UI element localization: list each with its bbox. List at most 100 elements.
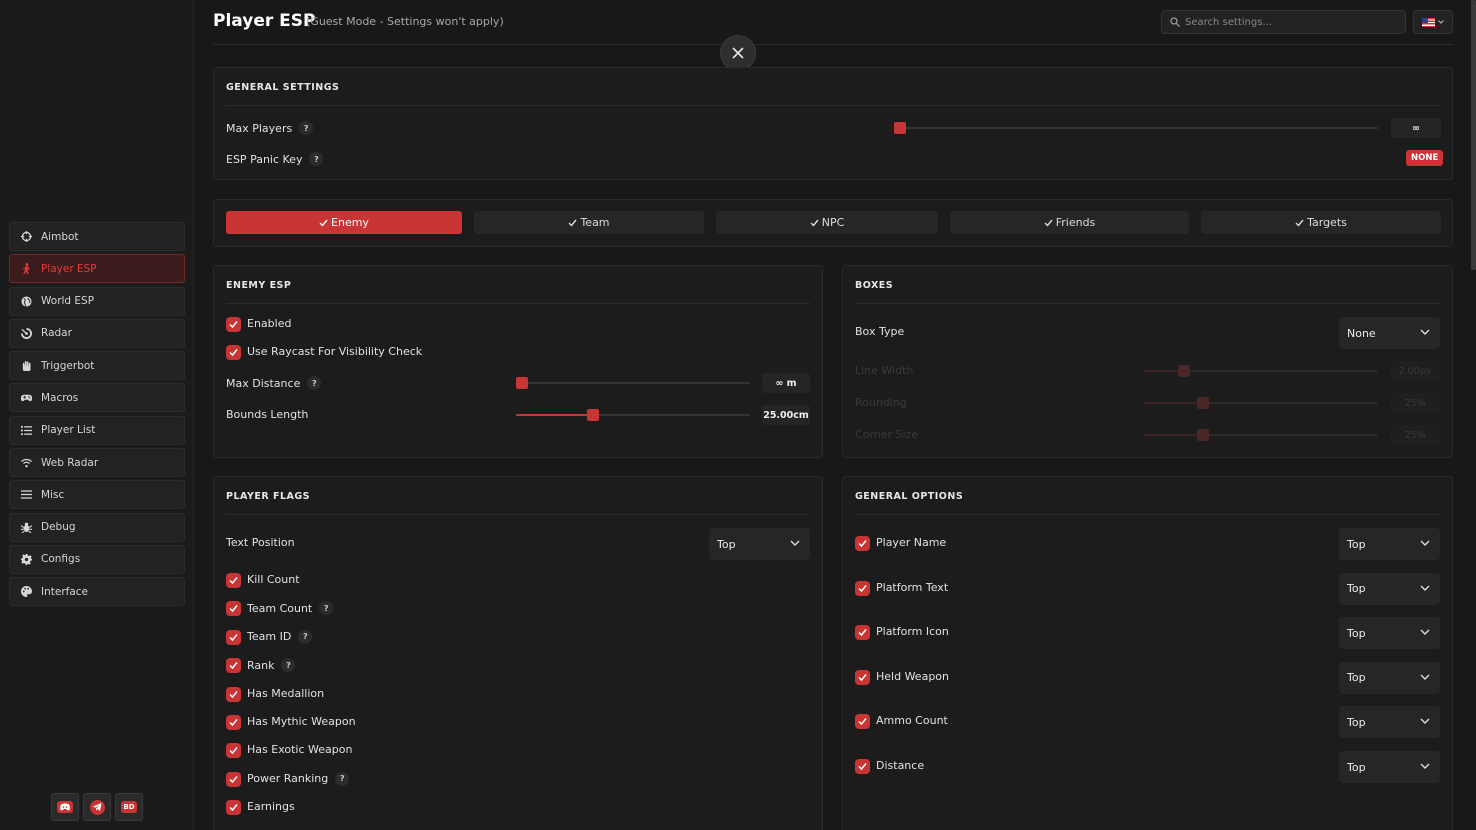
text-position-label: Text Position — [226, 536, 295, 549]
enabled-checkbox[interactable] — [226, 317, 241, 332]
sidebar-item-radar[interactable]: Radar — [9, 318, 185, 348]
check-icon — [229, 633, 238, 641]
option-position-dropdown[interactable]: Top — [1339, 617, 1440, 650]
tab-team[interactable]: Team — [474, 211, 704, 234]
option-label: Platform Text — [876, 580, 949, 594]
text-position-dropdown[interactable]: Top — [709, 528, 810, 560]
flag-checkbox[interactable] — [226, 715, 241, 730]
label-text: Power Ranking — [247, 772, 329, 786]
sidebar-item-web-radar[interactable]: Web Radar — [9, 448, 185, 478]
option-checkbox[interactable] — [855, 580, 870, 596]
discord-button[interactable] — [51, 793, 79, 821]
sidebar-item-macros[interactable]: Macros — [9, 383, 185, 413]
help-icon[interactable]: ? — [281, 658, 296, 673]
panel-title: BOXES — [855, 280, 894, 291]
label-text: Max Players — [226, 121, 293, 135]
sidebar-item-triggerbot[interactable]: Triggerbot — [9, 351, 185, 381]
sidebar-item-interface[interactable]: Interface — [9, 577, 185, 607]
language-selector[interactable] — [1413, 10, 1453, 34]
option-position-dropdown[interactable]: Top — [1339, 751, 1440, 783]
hand-icon — [20, 360, 32, 372]
sidebar-item-label: Web Radar — [41, 456, 99, 469]
list-icon — [20, 424, 32, 436]
sidebar: Aimbot Player ESP World ESP Radar Trigge… — [0, 0, 194, 830]
label-text: Kill Count — [247, 573, 300, 586]
bounds-length-value[interactable]: 25.00cm — [762, 405, 810, 425]
panel-title: ENEMY ESP — [226, 280, 292, 291]
help-icon[interactable]: ? — [307, 376, 322, 390]
panel-title: GENERAL SETTINGS — [226, 82, 340, 93]
flag-checkbox[interactable] — [226, 573, 241, 588]
sidebar-item-player-list[interactable]: Player List — [9, 415, 185, 445]
label-text: Max Distance — [226, 376, 301, 390]
max-distance-value[interactable]: ∞ m — [762, 373, 810, 393]
check-icon — [229, 690, 238, 698]
help-icon[interactable]: ? — [298, 629, 313, 644]
flag-checkbox[interactable] — [226, 629, 241, 645]
raycast-label: Use Raycast For Visibility Check — [247, 345, 423, 358]
panel-divider — [226, 105, 1440, 106]
flag-checkbox[interactable] — [226, 601, 241, 617]
max-players-slider[interactable] — [894, 127, 1378, 129]
slider-thumb[interactable] — [587, 409, 600, 421]
tab-friends[interactable]: Friends — [950, 211, 1189, 234]
bd-icon: BD — [121, 801, 137, 813]
search-box[interactable] — [1161, 10, 1406, 34]
chevron-down-icon — [1420, 329, 1430, 335]
search-input[interactable] — [1185, 16, 1395, 28]
option-position-dropdown[interactable]: Top — [1339, 661, 1440, 694]
option-position-dropdown[interactable]: Top — [1339, 528, 1440, 560]
chevron-down-icon — [790, 540, 800, 546]
flag-checkbox[interactable] — [226, 771, 241, 787]
option-position-dropdown[interactable]: Top — [1339, 706, 1440, 739]
flag-checkbox[interactable] — [226, 800, 241, 816]
dropdown-value: Top — [1347, 626, 1366, 640]
slider-thumb[interactable] — [894, 122, 906, 134]
close-button[interactable] — [720, 35, 756, 71]
check-icon — [229, 321, 238, 329]
flag-label: Team Count? — [247, 601, 334, 616]
sidebar-item-player-esp[interactable]: Player ESP — [9, 254, 185, 284]
check-icon — [568, 219, 577, 227]
palette-icon — [20, 586, 32, 598]
slider-thumb[interactable] — [516, 377, 528, 389]
tab-targets[interactable]: Targets — [1201, 211, 1441, 234]
option-checkbox[interactable] — [855, 536, 870, 551]
boxes-panel: BOXES Box Type None Line Width 2.00px Ro… — [842, 265, 1453, 458]
raycast-checkbox[interactable] — [226, 345, 241, 360]
help-icon[interactable]: ? — [299, 121, 314, 135]
bd-button[interactable]: BD — [115, 793, 143, 821]
sidebar-item-configs[interactable]: Configs — [9, 544, 185, 574]
telegram-button[interactable] — [83, 793, 111, 821]
option-position-dropdown[interactable]: Top — [1339, 572, 1440, 605]
option-checkbox[interactable] — [855, 669, 870, 685]
scrollbar[interactable] — [1471, 0, 1476, 270]
max-distance-slider[interactable] — [516, 382, 750, 384]
help-icon[interactable]: ? — [335, 771, 350, 786]
page-title: Player ESP — [213, 11, 316, 31]
sidebar-item-world-esp[interactable]: World ESP — [9, 286, 185, 316]
label-text: ESP Panic Key — [226, 152, 303, 166]
option-checkbox[interactable] — [855, 759, 870, 774]
flag-checkbox[interactable] — [226, 743, 241, 759]
panic-key-button[interactable]: NONE — [1406, 150, 1444, 166]
panel-divider — [226, 514, 810, 515]
option-checkbox[interactable] — [855, 714, 870, 730]
check-icon — [229, 747, 238, 755]
social-links: BD — [51, 793, 143, 821]
sidebar-item-misc[interactable]: Misc — [9, 480, 185, 510]
help-icon[interactable]: ? — [319, 601, 334, 616]
radar-icon — [20, 327, 32, 339]
option-checkbox[interactable] — [855, 625, 870, 641]
sidebar-item-debug[interactable]: Debug — [9, 512, 185, 542]
tab-npc[interactable]: NPC — [716, 211, 938, 234]
sidebar-item-label: Aimbot — [41, 230, 79, 243]
box-type-dropdown[interactable]: None — [1339, 317, 1440, 349]
max-players-value[interactable]: ∞ — [1391, 118, 1441, 138]
help-icon[interactable]: ? — [309, 152, 324, 166]
sidebar-item-aimbot[interactable]: Aimbot — [9, 222, 185, 251]
tab-enemy[interactable]: Enemy — [226, 211, 462, 234]
flag-checkbox[interactable] — [226, 686, 241, 702]
dropdown-value: Top — [1347, 760, 1366, 774]
flag-checkbox[interactable] — [226, 658, 241, 674]
